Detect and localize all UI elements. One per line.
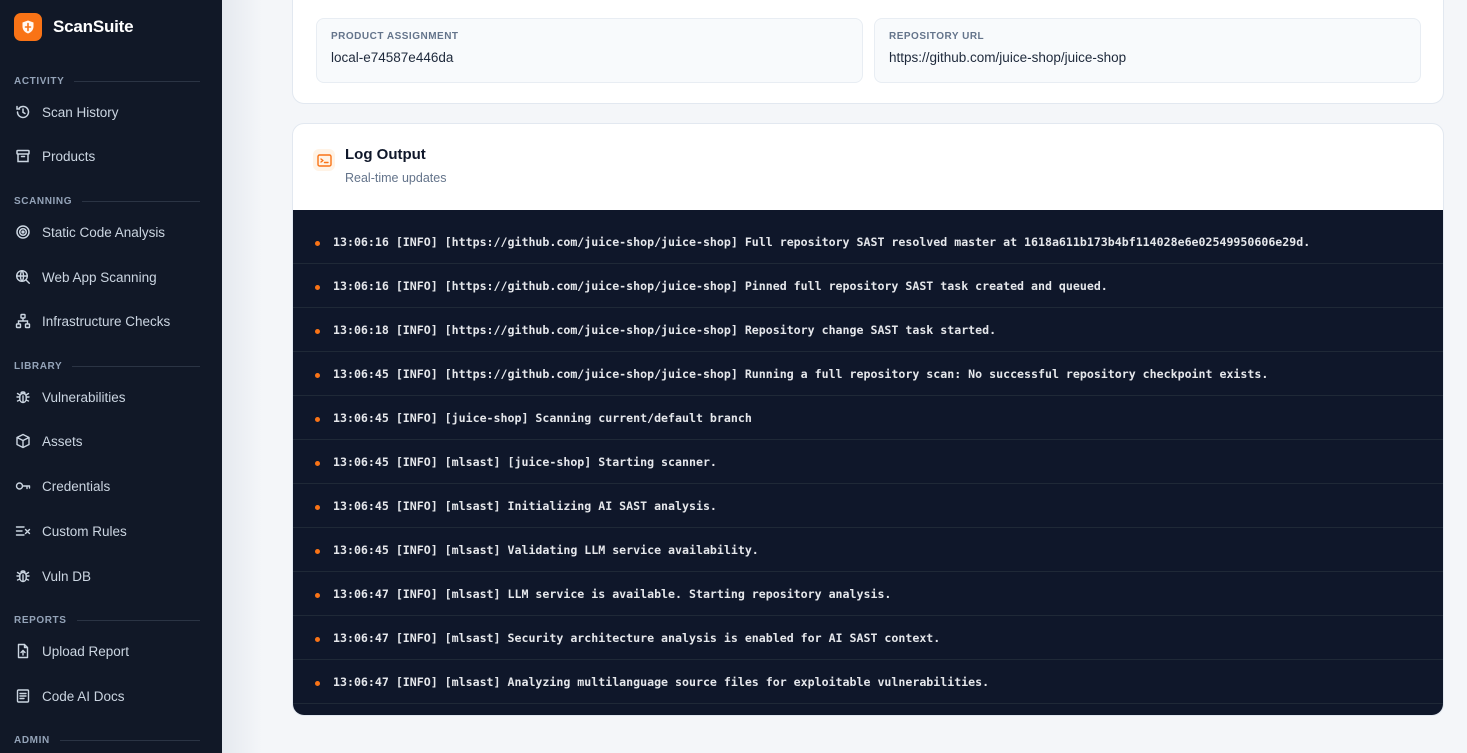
nav-label: Code AI Docs xyxy=(42,688,125,704)
nav-label: Vulnerabilities xyxy=(42,389,126,405)
log-output-card: Log Output Real-time updates 13:06:16 [I… xyxy=(292,123,1444,716)
log-line: 13:06:45 [INFO] [juice-shop] Scanning cu… xyxy=(293,396,1443,440)
section-title-scanning: SCANNING xyxy=(0,192,222,210)
log-bullet xyxy=(315,504,320,510)
log-text: 13:06:45 [INFO] [mlsast] [juice-shop] St… xyxy=(333,454,717,469)
field-label: REPOSITORY URL xyxy=(889,31,985,42)
nav-label: Infrastructure Checks xyxy=(42,313,171,329)
box-icon xyxy=(16,433,30,449)
log-line: 13:06:16 [INFO] [https://github.com/juic… xyxy=(293,220,1443,264)
log-text: 13:06:47 [INFO] [mlsast] Security archit… xyxy=(333,630,941,645)
history-icon xyxy=(16,105,30,119)
log-text: 13:06:45 [INFO] [juice-shop] Scanning cu… xyxy=(333,410,752,425)
nav-item-assets[interactable]: Assets xyxy=(0,423,222,459)
nav-label: Scan History xyxy=(42,104,119,120)
log-text: 13:06:45 [INFO] [mlsast] Validating LLM … xyxy=(333,542,759,557)
section-title-reports: REPORTS xyxy=(0,611,222,629)
nav-item-web-app-scanning[interactable]: Web App Scanning xyxy=(0,259,222,295)
product-assignment-value: local-e74587e446da xyxy=(331,50,454,65)
log-line: 13:06:45 [INFO] [https://github.com/juic… xyxy=(293,352,1443,396)
nav-label: Vuln DB xyxy=(42,568,92,584)
log-bullet xyxy=(315,240,320,246)
app-name: ScanSuite xyxy=(53,17,134,36)
nav-item-vuln-db[interactable]: Vuln DB xyxy=(0,558,222,594)
product-assignment-field: PRODUCT ASSIGNMENT local-e74587e446da xyxy=(316,18,863,83)
log-header: Log Output Real-time updates xyxy=(293,124,1443,210)
field-label: PRODUCT ASSIGNMENT xyxy=(331,31,459,42)
bug-icon xyxy=(16,391,30,404)
list-x-icon xyxy=(15,526,31,536)
log-text: 13:06:16 [INFO] [https://github.com/juic… xyxy=(333,278,1108,293)
nav-item-infrastructure-checks[interactable]: Infrastructure Checks xyxy=(0,303,222,339)
nav-label: Static Code Analysis xyxy=(42,224,166,240)
document-icon xyxy=(16,689,30,703)
repository-url-field: REPOSITORY URL https://github.com/juice-… xyxy=(874,18,1421,83)
nav-item-products[interactable]: Products xyxy=(0,138,222,174)
log-bullet xyxy=(315,328,320,334)
log-line: 13:06:45 [INFO] [mlsast] Validating LLM … xyxy=(293,528,1443,572)
section-title-library: LIBRARY xyxy=(0,357,222,375)
log-line: 13:06:45 [INFO] [mlsast] Initializing AI… xyxy=(293,484,1443,528)
nav-item-code-ai-docs[interactable]: Code AI Docs xyxy=(0,678,222,714)
target-icon xyxy=(16,225,30,239)
bug-icon xyxy=(16,570,30,583)
nav-item-static-code-analysis[interactable]: Static Code Analysis xyxy=(0,214,222,250)
nav-label: Assets xyxy=(42,433,83,449)
terminal-icon xyxy=(313,149,335,171)
nav-label: Upload Report xyxy=(42,643,130,659)
brand[interactable]: ScanSuite xyxy=(0,0,222,54)
nav-label: Custom Rules xyxy=(42,523,127,539)
shield-logo-icon xyxy=(14,13,42,41)
log-text: 13:06:18 [INFO] [https://github.com/juic… xyxy=(333,322,997,337)
nav-label: Credentials xyxy=(42,478,111,494)
section-title-admin: ADMIN xyxy=(0,731,222,749)
nav-item-scan-history[interactable]: Scan History xyxy=(0,94,222,130)
log-bullet xyxy=(315,284,320,290)
archive-icon xyxy=(16,149,30,163)
repository-url-value[interactable]: https://github.com/juice-shop/juice-shop xyxy=(889,50,1406,65)
log-line: 13:06:45 [INFO] [mlsast] [juice-shop] St… xyxy=(293,440,1443,484)
content-edge-shadow xyxy=(222,0,262,753)
globe-search-icon xyxy=(15,269,30,284)
log-bullet xyxy=(315,636,320,642)
log-line: 13:06:47 [INFO] [mlsast] Security archit… xyxy=(293,616,1443,660)
log-bullet xyxy=(315,416,320,422)
sidebar: ScanSuite ACTIVITY SCANNING LIBRARY REPO… xyxy=(0,0,222,753)
log-text: 13:06:45 [INFO] [https://github.com/juic… xyxy=(333,366,1269,381)
log-bullet xyxy=(315,372,320,378)
log-line: 13:06:16 [INFO] [https://github.com/juic… xyxy=(293,264,1443,308)
nav-label: Products xyxy=(42,148,96,164)
details-card: PRODUCT ASSIGNMENT local-e74587e446da RE… xyxy=(292,0,1444,104)
log-subtitle: Real-time updates xyxy=(345,171,447,185)
file-upload-icon xyxy=(17,643,29,659)
nav-label: Web App Scanning xyxy=(42,269,157,285)
log-line: 13:06:47 [INFO] [mlsast] Analyzing multi… xyxy=(293,660,1443,704)
nav-item-custom-rules[interactable]: Custom Rules xyxy=(0,513,222,549)
log-line: 13:06:18 [INFO] [https://github.com/juic… xyxy=(293,308,1443,352)
log-bullet xyxy=(315,548,320,554)
log-text: 13:06:47 [INFO] [mlsast] LLM service is … xyxy=(333,586,892,601)
log-bullet xyxy=(315,592,320,598)
log-console[interactable]: 13:06:16 [INFO] [https://github.com/juic… xyxy=(293,210,1443,715)
section-title-activity: ACTIVITY xyxy=(0,72,222,90)
log-bullet xyxy=(315,680,320,686)
log-text: 13:06:45 [INFO] [mlsast] Initializing AI… xyxy=(333,498,717,513)
log-title: Log Output xyxy=(345,146,426,163)
key-icon xyxy=(15,482,31,490)
network-icon xyxy=(15,313,31,329)
log-line: 13:06:47 [INFO] [mlsast] LLM service is … xyxy=(293,572,1443,616)
log-text: 13:06:16 [INFO] [https://github.com/juic… xyxy=(333,234,1311,249)
nav-item-vulnerabilities[interactable]: Vulnerabilities xyxy=(0,379,222,415)
nav-item-upload-report[interactable]: Upload Report xyxy=(0,633,222,669)
nav-item-credentials[interactable]: Credentials xyxy=(0,468,222,504)
log-text: 13:06:47 [INFO] [mlsast] Analyzing multi… xyxy=(333,674,990,689)
log-bullet xyxy=(315,460,320,466)
